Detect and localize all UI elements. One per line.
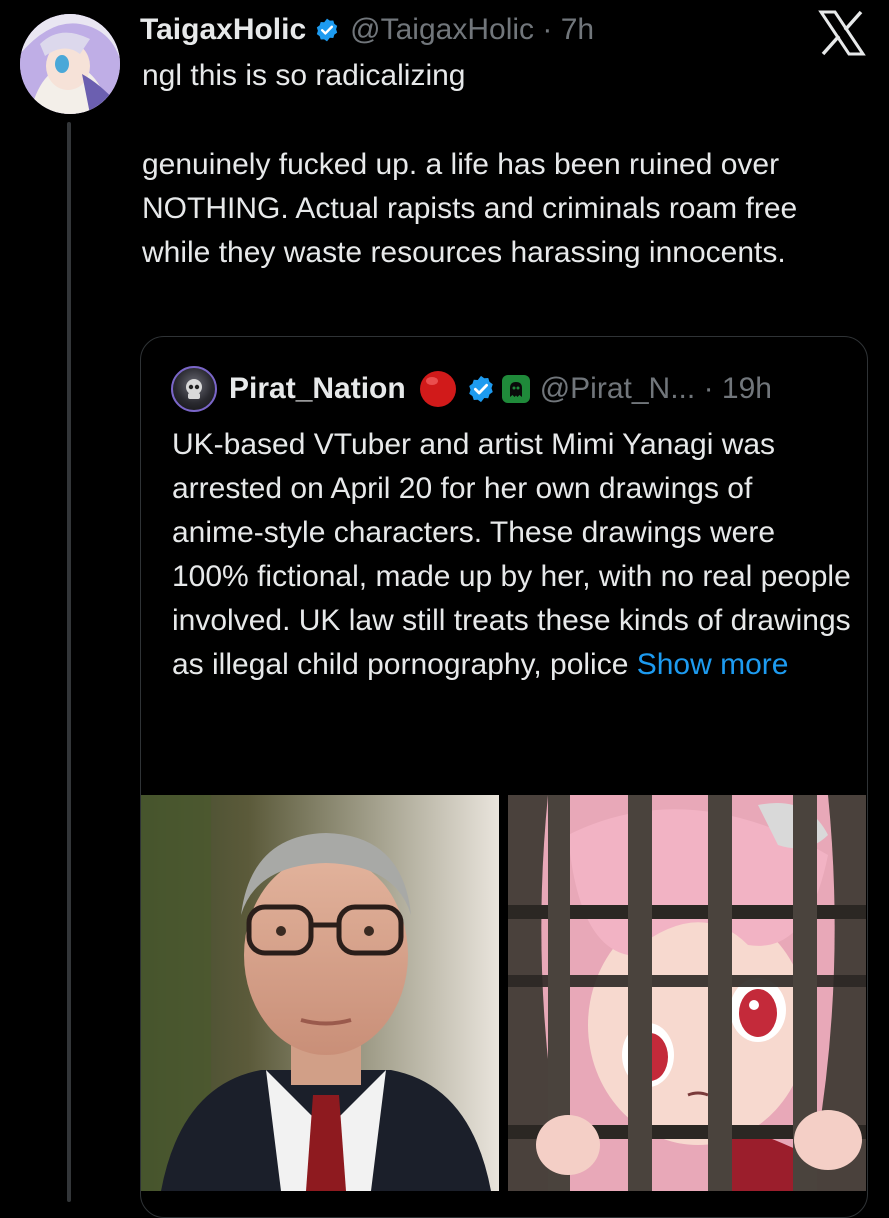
quote-author-handle[interactable]: @Pirat_N...: [540, 372, 696, 405]
post-text: ngl this is so radicalizing: [142, 59, 466, 92]
author-handle-time: @TaigaxHolic · 7h: [350, 13, 594, 47]
media-image-portrait[interactable]: [141, 795, 499, 1191]
verified-badge-icon: [466, 374, 496, 404]
post-body-text: genuinely fucked up. a life has been rui…: [142, 148, 798, 269]
post-time[interactable]: 7h: [561, 13, 594, 46]
thread-line: [67, 122, 71, 1202]
dot-separator: ·: [703, 372, 714, 405]
ghost-badge-icon: [501, 375, 530, 403]
media-grid: [141, 795, 867, 1191]
dot-separator: ·: [542, 13, 553, 46]
show-more-link[interactable]: Show more: [637, 648, 789, 681]
author-handle[interactable]: @TaigaxHolic: [350, 13, 534, 46]
author-avatar[interactable]: [20, 14, 120, 114]
media-image-anime[interactable]: [508, 795, 866, 1191]
x-logo-icon: [818, 10, 866, 56]
quote-handle-time: @Pirat_N... · 19h: [540, 372, 772, 406]
post-header: TaigaxHolic @TaigaxHolic · 7h: [140, 8, 594, 52]
verified-badge-icon: [314, 17, 340, 43]
red-circle-emoji-icon: [418, 369, 458, 409]
quote-author-name[interactable]: Pirat_Nation: [229, 372, 406, 406]
author-name[interactable]: TaigaxHolic: [140, 13, 306, 47]
quote-header: Pirat_Nation @Pirat_N... · 19h: [171, 365, 772, 413]
quote-text: UK-based VTuber and artist Mimi Yanagi w…: [172, 423, 852, 687]
quoted-tweet[interactable]: Pirat_Nation @Pirat_N... · 19h UK-based …: [140, 336, 868, 1218]
quote-time[interactable]: 19h: [722, 372, 772, 405]
quote-author-avatar[interactable]: [171, 366, 217, 412]
quote-body: UK-based VTuber and artist Mimi Yanagi w…: [172, 428, 851, 681]
